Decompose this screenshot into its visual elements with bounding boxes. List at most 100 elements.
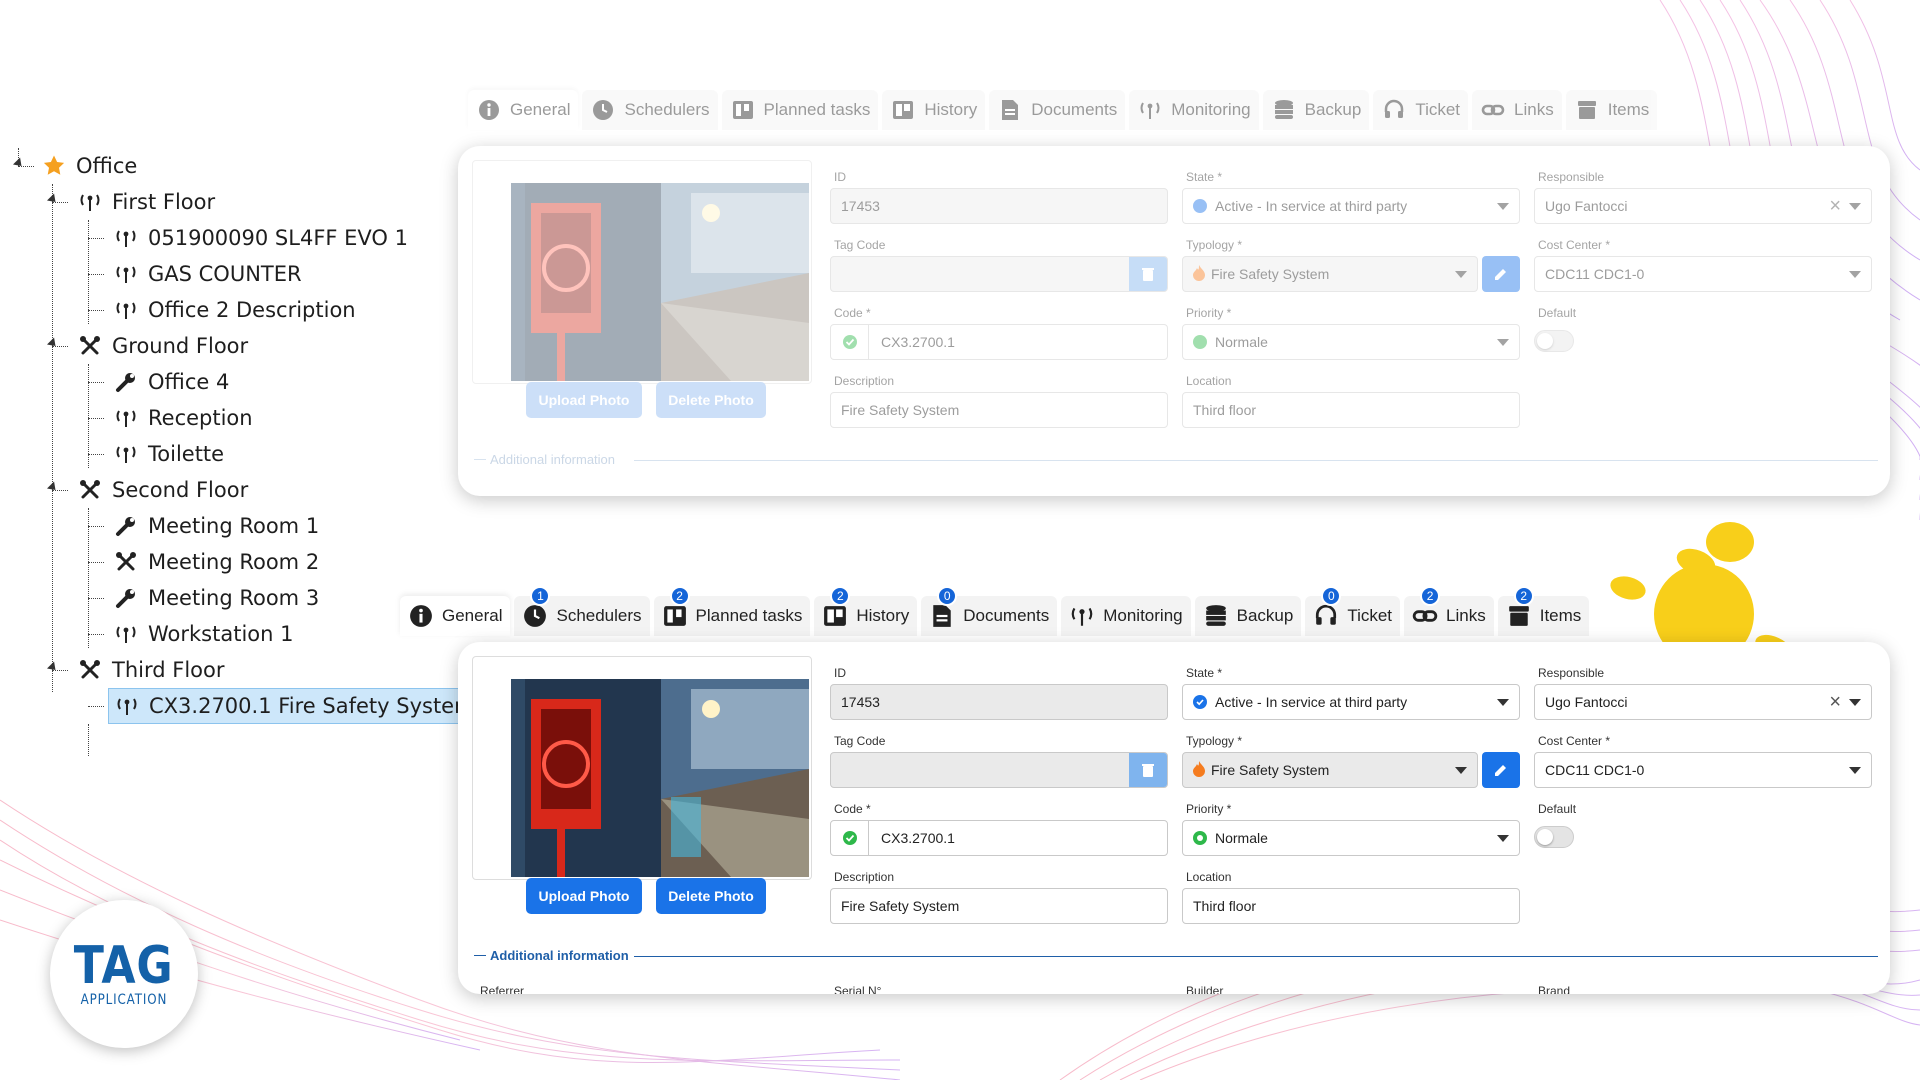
description-field[interactable]: Fire Safety System: [830, 888, 1168, 924]
tools-icon: [76, 656, 104, 684]
count-badge: 2: [1420, 586, 1441, 606]
responsible-select[interactable]: Ugo Fantocci ×: [1534, 684, 1872, 720]
collapse-toggle[interactable]: [46, 661, 60, 674]
description-field[interactable]: Fire Safety System: [830, 392, 1168, 428]
tab-history[interactable]: History: [882, 90, 986, 130]
tab-planned-tasks[interactable]: Planned tasks: [721, 90, 879, 130]
tree-node[interactable]: GAS COUNTER: [112, 256, 302, 292]
collapse-toggle[interactable]: [46, 337, 60, 350]
tree-node[interactable]: Office 4: [112, 364, 229, 400]
edit-typology-button[interactable]: [1482, 752, 1520, 788]
cost-center-select[interactable]: CDC11 CDC1-0: [1534, 752, 1872, 788]
serial-number-label: Serial N°: [834, 984, 882, 994]
tree-node[interactable]: Office 2 Description: [112, 292, 356, 328]
upload-photo-button[interactable]: Upload Photo: [526, 382, 642, 418]
delete-photo-button[interactable]: Delete Photo: [656, 878, 766, 914]
trash-icon[interactable]: [1129, 753, 1167, 787]
tab-backup[interactable]: Backup: [1262, 90, 1370, 130]
cost-center-select[interactable]: CDC11 CDC1-0: [1534, 256, 1872, 292]
priority-label: Priority *: [1186, 802, 1232, 816]
chevron-down-icon: [1849, 270, 1861, 278]
tree-node-label: Office 2 Description: [148, 298, 356, 322]
location-label: Location: [1186, 374, 1232, 388]
tree-node[interactable]: Workstation 1: [112, 616, 293, 652]
close-icon[interactable]: ×: [1829, 691, 1841, 714]
tree-node[interactable]: 051900090 SL4FF EVO 1: [112, 220, 408, 256]
tab-documents[interactable]: Documents: [989, 90, 1126, 130]
tab-documents[interactable]: 0 Documents: [921, 586, 1058, 636]
additional-information-section[interactable]: Additional information: [474, 948, 629, 963]
tag-code-field[interactable]: [830, 752, 1168, 788]
tab-items[interactable]: 2 Items: [1497, 586, 1590, 636]
tab-ticket[interactable]: Ticket: [1373, 90, 1469, 130]
tools-icon: [76, 476, 104, 504]
tree-node[interactable]: Reception: [112, 400, 253, 436]
collapse-toggle[interactable]: [46, 481, 60, 494]
tab-ticket[interactable]: 0 Ticket: [1305, 586, 1401, 636]
status-dot-icon: [1193, 335, 1207, 349]
antenna-icon: [112, 404, 140, 432]
tab-general[interactable]: General: [400, 596, 511, 636]
edit-typology-button[interactable]: [1482, 256, 1520, 292]
id-label: ID: [834, 170, 846, 184]
collapse-toggle[interactable]: [46, 193, 60, 206]
code-field[interactable]: CX3.2700.1: [830, 324, 1168, 360]
link-icon: [1412, 603, 1438, 629]
tab-history[interactable]: 2 History: [814, 586, 918, 636]
tree-node[interactable]: Meeting Room 3: [112, 580, 319, 616]
tree-node-selected[interactable]: CX3.2700.1 Fire Safety System: [108, 688, 482, 724]
tree-node-office[interactable]: Office: [40, 148, 137, 184]
tree-node[interactable]: Third Floor: [76, 652, 225, 688]
tab-schedulers[interactable]: 1 Schedulers: [514, 586, 650, 636]
location-field[interactable]: Third floor: [1182, 888, 1520, 924]
tree-node[interactable]: Toilette: [112, 436, 224, 472]
default-toggle[interactable]: [1534, 826, 1574, 848]
tag-application-logo: TAG APPLICATION: [50, 900, 198, 1048]
state-select[interactable]: Active - In service at third party: [1182, 188, 1520, 224]
tab-links[interactable]: Links: [1472, 90, 1562, 130]
tab-monitoring[interactable]: Monitoring: [1061, 596, 1191, 636]
tag-code-field[interactable]: [830, 256, 1168, 292]
description-label: Description: [834, 374, 895, 388]
typology-select[interactable]: Fire Safety System: [1182, 752, 1478, 788]
tab-monitoring[interactable]: Monitoring: [1129, 90, 1259, 130]
responsible-select[interactable]: Ugo Fantocci ×: [1534, 188, 1872, 224]
chevron-down-icon: [1455, 766, 1467, 774]
state-select[interactable]: Active - In service at third party: [1182, 684, 1520, 720]
trash-icon[interactable]: [1129, 257, 1167, 291]
priority-select[interactable]: Normale: [1182, 324, 1520, 360]
antenna-icon: [1069, 603, 1095, 629]
tree-node[interactable]: Second Floor: [76, 472, 248, 508]
tab-planned-tasks[interactable]: 2 Planned tasks: [653, 586, 811, 636]
priority-select[interactable]: Normale: [1182, 820, 1520, 856]
tab-backup[interactable]: Backup: [1194, 596, 1302, 636]
tree-node[interactable]: Meeting Room 1: [112, 508, 319, 544]
tree-node[interactable]: First Floor: [76, 184, 215, 220]
tab-bar-faded: General Schedulers Planned tasks History…: [468, 90, 1658, 130]
collapse-toggle[interactable]: [12, 157, 26, 170]
cost-center-label: Cost Center *: [1538, 734, 1611, 748]
typology-select[interactable]: Fire Safety System: [1182, 256, 1478, 292]
asset-detail-panel-faded: Upload Photo Delete Photo ID 17453 Tag C…: [458, 146, 1890, 496]
tab-items[interactable]: Items: [1565, 90, 1658, 130]
tab-links[interactable]: 2 Links: [1404, 586, 1494, 636]
default-toggle[interactable]: [1534, 330, 1574, 352]
additional-information-section[interactable]: Additional information: [474, 452, 615, 467]
close-icon[interactable]: ×: [1829, 195, 1841, 218]
code-field[interactable]: CX3.2700.1: [830, 820, 1168, 856]
tree-node-label: 051900090 SL4FF EVO 1: [148, 226, 408, 250]
tab-schedulers[interactable]: Schedulers: [582, 90, 718, 130]
tree-node-label: Toilette: [148, 442, 225, 466]
location-field[interactable]: Third floor: [1182, 392, 1520, 428]
upload-photo-button[interactable]: Upload Photo: [526, 878, 642, 914]
id-field[interactable]: 17453: [830, 684, 1168, 720]
id-field[interactable]: 17453: [830, 188, 1168, 224]
tree-node[interactable]: Ground Floor: [76, 328, 248, 364]
antenna-icon: [113, 692, 141, 720]
count-badge: 2: [1513, 586, 1534, 606]
tab-general[interactable]: General: [468, 90, 579, 130]
tab-bar: General 1 Schedulers 2 Planned tasks 2 Hist…: [400, 586, 1590, 636]
antenna-icon: [112, 620, 140, 648]
tree-node[interactable]: Meeting Room 2: [112, 544, 319, 580]
delete-photo-button[interactable]: Delete Photo: [656, 382, 766, 418]
